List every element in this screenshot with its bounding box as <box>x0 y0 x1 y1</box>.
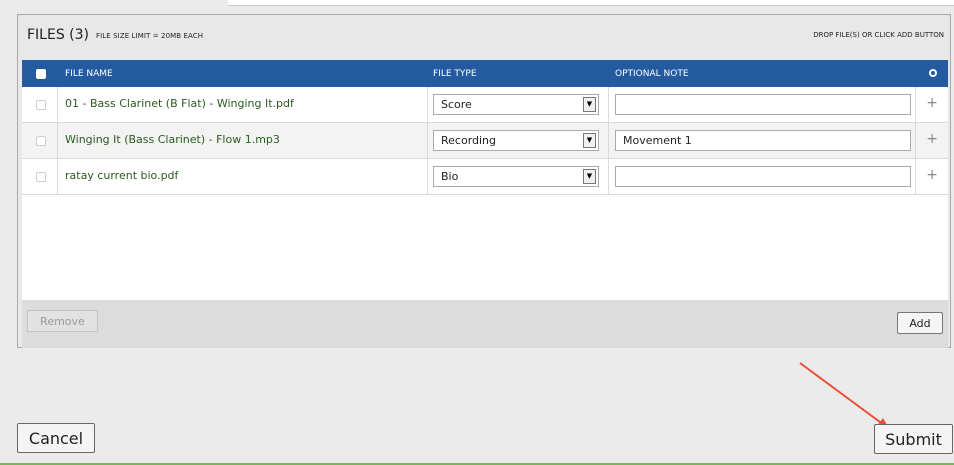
column-header-file-name[interactable]: FILE NAME <box>65 69 113 79</box>
optional-note-input[interactable] <box>615 130 911 151</box>
expand-row-plus-icon[interactable]: + <box>926 167 938 183</box>
files-grid: FILE NAME FILE TYPE OPTIONAL NOTE 01 - B… <box>22 60 948 300</box>
file-name: 01 - Bass Clarinet (B Flat) - Winging It… <box>65 97 294 110</box>
submit-button[interactable]: Submit <box>874 424 953 454</box>
file-row[interactable]: 01 - Bass Clarinet (B Flat) - Winging It… <box>22 87 948 123</box>
file-row[interactable]: ratay current bio.pdf Bio ▼ + <box>22 159 948 195</box>
optional-note-input[interactable] <box>615 94 911 115</box>
file-name: ratay current bio.pdf <box>65 169 179 182</box>
column-header-file-type[interactable]: FILE TYPE <box>433 69 477 79</box>
files-panel: FILES (3) FILE SIZE LIMIT = 20MB EACH DR… <box>17 14 951 348</box>
row-checkbox[interactable] <box>36 100 46 110</box>
file-type-select[interactable]: Recording ▼ <box>433 130 599 151</box>
grid-header: FILE NAME FILE TYPE OPTIONAL NOTE <box>22 60 948 87</box>
files-header: FILES (3) FILE SIZE LIMIT = 20MB EACH DR… <box>18 15 950 60</box>
files-title: FILES (3) <box>27 27 89 43</box>
file-type-select[interactable]: Score ▼ <box>433 94 599 115</box>
optional-note-input[interactable] <box>615 166 911 187</box>
row-checkbox[interactable] <box>36 136 46 146</box>
file-type-select[interactable]: Bio ▼ <box>433 166 599 187</box>
dropdown-arrow-icon[interactable]: ▼ <box>583 133 596 148</box>
file-name: Winging It (Bass Clarinet) - Flow 1.mp3 <box>65 133 280 146</box>
select-all-checkbox[interactable] <box>36 69 46 79</box>
expand-row-plus-icon[interactable]: + <box>926 131 938 147</box>
file-size-limit: FILE SIZE LIMIT = 20MB EACH <box>96 32 204 40</box>
file-row[interactable]: Winging It (Bass Clarinet) - Flow 1.mp3 … <box>22 123 948 159</box>
cancel-button[interactable]: Cancel <box>17 423 95 453</box>
annotation-arrow-icon <box>799 362 890 430</box>
column-options-icon[interactable] <box>929 69 937 77</box>
drop-hint: DROP FILE(S) OR CLICK ADD BUTTON <box>813 31 944 39</box>
column-header-optional-note[interactable]: OPTIONAL NOTE <box>615 69 689 79</box>
add-button[interactable]: Add <box>897 312 943 334</box>
file-type-value: Recording <box>441 134 497 147</box>
dropdown-arrow-icon[interactable]: ▼ <box>583 97 596 112</box>
dropdown-arrow-icon[interactable]: ▼ <box>583 169 596 184</box>
grid-footer: Remove Add <box>22 300 948 348</box>
expand-row-plus-icon[interactable]: + <box>926 95 938 111</box>
row-checkbox[interactable] <box>36 172 46 182</box>
file-type-value: Score <box>441 98 472 111</box>
remove-button[interactable]: Remove <box>27 310 98 332</box>
top-divider <box>228 0 954 6</box>
file-type-value: Bio <box>441 170 459 183</box>
